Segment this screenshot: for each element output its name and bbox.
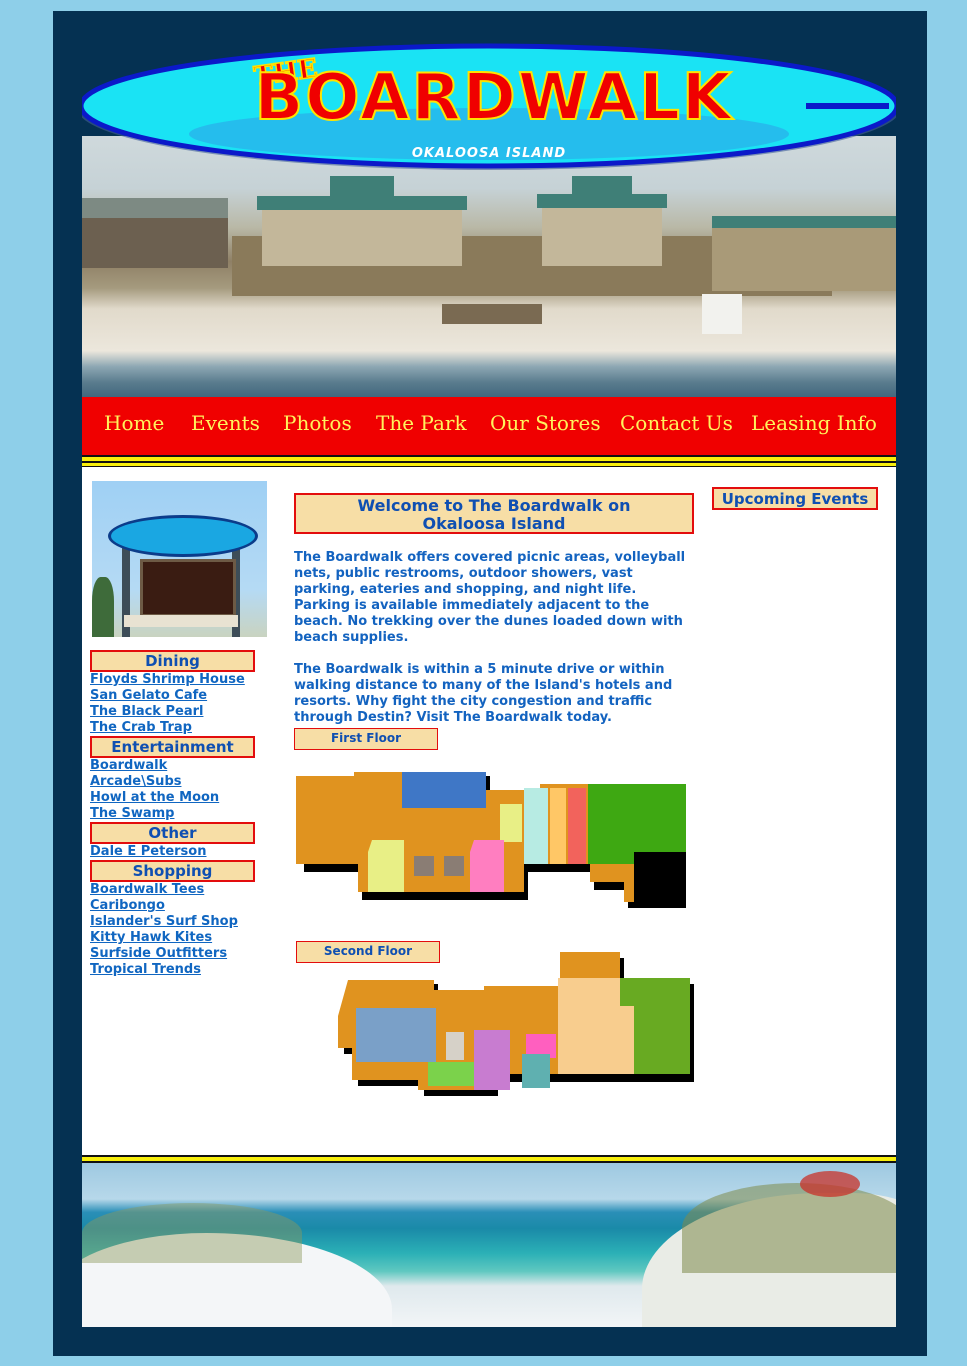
boardwalk-hero-photo — [82, 136, 896, 398]
link-surfside-outfitters[interactable]: Surfside Outfitters — [90, 946, 227, 962]
link-caribongo[interactable]: Caribongo — [90, 898, 165, 914]
footer-divider-stripe — [82, 1155, 896, 1163]
link-boardwalk[interactable]: Boardwalk — [90, 758, 167, 774]
first-floor-label: First Floor — [294, 728, 438, 750]
link-arcade-subs[interactable]: Arcade\Subs — [90, 774, 181, 790]
link-dale-e-peterson[interactable]: Dale E Peterson — [90, 844, 206, 860]
boardwalk-sign-photo — [92, 481, 267, 637]
logo-subtitle: OKALOOSA ISLAND — [411, 146, 567, 161]
link-the-black-pearl[interactable]: The Black Pearl — [90, 704, 203, 720]
link-kitty-hawk-kites[interactable]: Kitty Hawk Kites — [90, 930, 212, 946]
link-howl-at-the-moon[interactable]: Howl at the Moon — [90, 790, 219, 806]
first-floor-map — [296, 772, 686, 908]
header-banner: THE BOARDWALK OKALOOSA ISLAND — [82, 40, 896, 398]
nav-our-stores[interactable]: Our Stores — [490, 411, 601, 435]
upcoming-events-heading: Upcoming Events — [712, 487, 878, 510]
main-nav: Home Events Photos The Park Our Stores C… — [82, 397, 896, 455]
link-the-crab-trap[interactable]: The Crab Trap — [90, 720, 192, 736]
second-floor-map — [338, 952, 694, 1096]
location-paragraph: The Boardwalk is within a 5 minute drive… — [294, 662, 673, 725]
link-the-swamp[interactable]: The Swamp — [90, 806, 174, 822]
link-floyds-shrimp-house[interactable]: Floyds Shrimp House — [90, 672, 245, 688]
link-islanders-surf-shop[interactable]: Islander's Surf Shop — [90, 914, 238, 930]
sidebar-heading-other: Other — [90, 822, 255, 844]
logo-title-text: BOARDWALK — [253, 61, 734, 135]
nav-photos[interactable]: Photos — [283, 411, 352, 435]
link-boardwalk-tees[interactable]: Boardwalk Tees — [90, 882, 204, 898]
nav-leasing-info[interactable]: Leasing Info — [751, 411, 877, 435]
sidebar-heading-shopping: Shopping — [90, 860, 255, 882]
sidebar-heading-entertainment: Entertainment — [90, 736, 255, 758]
welcome-heading: Welcome to The Boardwalk on Okaloosa Isl… — [294, 493, 694, 534]
nav-events[interactable]: Events — [191, 411, 260, 435]
link-san-gelato-cafe[interactable]: San Gelato Cafe — [90, 688, 207, 704]
sidebar-heading-dining: Dining — [90, 650, 255, 672]
intro-paragraph: The Boardwalk offers covered picnic area… — [294, 550, 686, 645]
beach-dunes-photo — [82, 1163, 896, 1327]
nav-divider-stripe — [82, 455, 896, 467]
nav-contact-us[interactable]: Contact Us — [620, 411, 733, 435]
link-tropical-trends[interactable]: Tropical Trends — [90, 962, 201, 978]
nav-home[interactable]: Home — [104, 411, 164, 435]
nav-the-park[interactable]: The Park — [376, 411, 467, 435]
